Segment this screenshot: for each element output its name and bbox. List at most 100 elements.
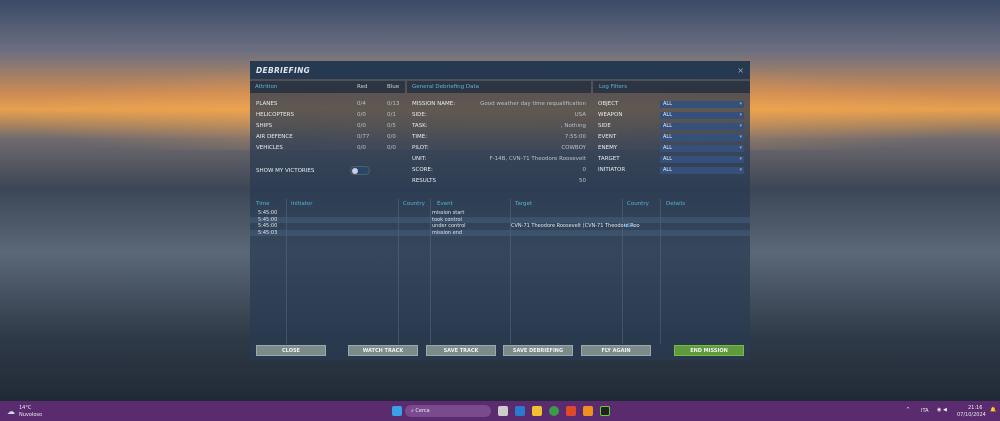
filter-label: SIDE (598, 123, 611, 129)
log-time: 5:45:00 (258, 210, 278, 216)
red-value: 0/0 (357, 123, 366, 129)
general-label: MISSION NAME: (412, 101, 456, 107)
general-value: COWBOY (561, 145, 586, 151)
blue-value: 0/1 (387, 112, 396, 118)
save-track-button[interactable]: SAVE TRACK (426, 345, 496, 356)
filter-label: ENEMY (598, 145, 618, 151)
wifi-volume-icon[interactable]: ◉ ◀ (937, 407, 947, 413)
app-icon[interactable] (583, 406, 593, 416)
chevron-up-icon[interactable]: ^ (906, 407, 910, 413)
log-time: 5:45:03 (258, 229, 278, 236)
general-row: RESULTS 50 (412, 176, 586, 186)
filter-select[interactable]: ALL (660, 123, 744, 130)
general-label: RESULTS (412, 178, 436, 184)
notification-icon[interactable]: 🔔 (990, 407, 996, 413)
general-row: MISSION NAME: Good weather day time requ… (412, 99, 586, 109)
col-country[interactable]: Country (403, 201, 425, 207)
log-time: 5:45:00 (258, 223, 278, 229)
dcs-icon[interactable] (600, 406, 610, 416)
taskbar: ☁ 14°C Nuvoloso ⌕ Cerca ^ ITA ◉ ◀ 21:16 … (0, 401, 1000, 421)
brave-icon[interactable] (566, 406, 576, 416)
filter-select[interactable]: ALL (660, 156, 744, 163)
filter-select[interactable]: ALL (660, 167, 744, 174)
blue-value: 0/0 (387, 145, 396, 151)
log-event: under control (432, 223, 466, 229)
filters-header: Log Filters (593, 81, 750, 93)
log-event: took control (432, 216, 462, 223)
save-debriefing-button[interactable]: SAVE DEBRIEFING (503, 345, 573, 356)
task-view-icon[interactable] (498, 406, 508, 416)
red-value: 0/77 (357, 134, 370, 140)
general-label: SIDE: (412, 112, 427, 118)
general-header: General Debriefing Data (407, 81, 591, 93)
log-row[interactable]: 5:45:03 mission end (250, 229, 750, 236)
col-initiator[interactable]: Initiator (291, 201, 312, 207)
clock-date[interactable]: 07/10/2024 (957, 412, 986, 418)
log-event: mission start (432, 210, 465, 216)
attrition-row: HELICOPTERS 0/0 0/1 (256, 110, 402, 120)
clock-time[interactable]: 21:16 (968, 405, 982, 411)
attrition-label: HELICOPTERS (256, 112, 294, 118)
search-input[interactable]: ⌕ Cerca (405, 405, 491, 417)
blue-value: 0/5 (387, 123, 396, 129)
close-icon[interactable]: × (737, 66, 744, 75)
log-row[interactable]: 5:45:00 took control (250, 216, 750, 223)
filter-select[interactable]: ALL (660, 134, 744, 141)
attrition-row: PLANES 0/4 0/13 (256, 99, 402, 109)
log-target: CVN-71 Theodore Roosevelt (CVN-71 Theodo… (511, 223, 640, 229)
red-value: 0/4 (357, 101, 366, 107)
attrition-label: PLANES (256, 101, 278, 107)
fly-again-button[interactable]: FLY AGAIN (581, 345, 651, 356)
log-row[interactable]: 5:45:00 mission start (250, 210, 750, 216)
title-bar: DEBRIEFING × (250, 61, 750, 79)
attrition-label: AIR DEFENCE (256, 134, 293, 140)
attrition-label: SHIPS (256, 123, 273, 129)
chrome-icon[interactable] (549, 406, 559, 416)
watch-track-button[interactable]: WATCH TRACK (348, 345, 418, 356)
col-time[interactable]: Time (256, 201, 269, 207)
attrition-row: VEHICLES 0/0 0/0 (256, 143, 402, 153)
search-placeholder: Cerca (415, 408, 430, 414)
attrition-header: Attrition Red Blue (250, 81, 405, 93)
language-indicator[interactable]: ITA (921, 408, 929, 414)
show-victories-toggle[interactable] (350, 166, 370, 175)
weather-desc[interactable]: Nuvoloso (19, 412, 42, 418)
end-mission-button[interactable]: END MISSION (674, 345, 744, 356)
general-row: UNIT: F-14B, CVN-71 Theodore Roosevelt (412, 154, 586, 164)
filter-label: TARGET (598, 156, 620, 162)
filter-label: EVENT (598, 134, 617, 140)
close-button[interactable]: CLOSE (256, 345, 326, 356)
red-value: 0/0 (357, 145, 366, 151)
filter-select[interactable]: ALL (660, 145, 744, 152)
attrition-row: AIR DEFENCE 0/77 0/0 (256, 132, 402, 142)
filter-select[interactable]: ALL (660, 112, 744, 119)
col-target-country[interactable]: Country (627, 201, 649, 207)
general-value: , Nothing (560, 123, 586, 129)
general-value: USA (574, 112, 586, 118)
filters-title: Log Filters (599, 84, 628, 90)
general-value: 0 (582, 167, 587, 173)
blue-value: 0/13 (387, 101, 400, 107)
general-row: SIDE: USA (412, 110, 586, 120)
filter-select[interactable]: ALL (660, 101, 744, 108)
general-row: TASK: , Nothing (412, 121, 586, 131)
file-explorer-icon[interactable] (532, 406, 542, 416)
col-target[interactable]: Target (515, 201, 532, 207)
start-icon[interactable] (392, 406, 402, 416)
attrition-title: Attrition (255, 84, 278, 90)
log-row[interactable]: 5:45:00 under control CVN-71 Theodore Ro… (250, 223, 750, 229)
general-value: Good weather day time requalification (480, 101, 586, 107)
filter-label: WEAPON (598, 112, 623, 118)
col-details[interactable]: Details (666, 201, 685, 207)
dialog-title: DEBRIEFING (256, 65, 311, 75)
attrition-label: VEHICLES (256, 145, 283, 151)
filter-label: INITIATOR (598, 167, 626, 173)
general-row: TIME: 7:55:00 (412, 132, 586, 142)
general-label: TIME: (412, 134, 428, 140)
outlook-icon[interactable] (515, 406, 525, 416)
col-red: Red (357, 84, 368, 90)
general-value: 50 (579, 178, 586, 184)
col-event[interactable]: Event (437, 201, 453, 207)
log-header: Time Initiator Country Event Target Coun… (250, 199, 750, 209)
weather-temp[interactable]: 14°C (19, 405, 31, 411)
